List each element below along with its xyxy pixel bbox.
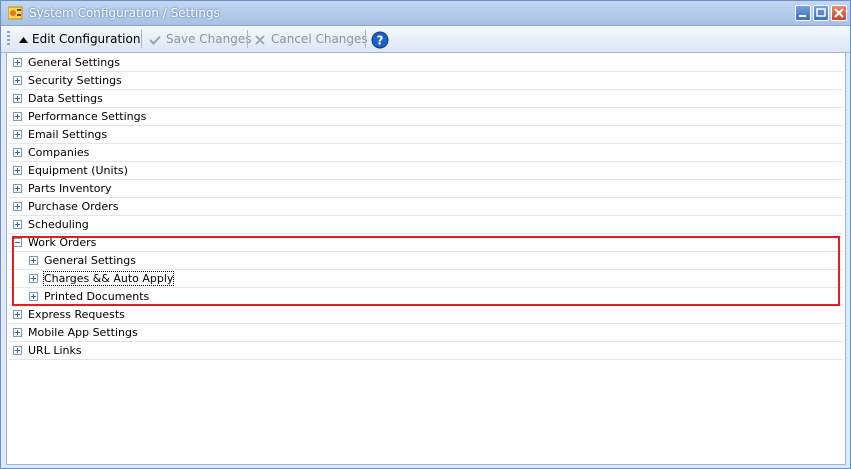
tree-item-label: Printed Documents xyxy=(44,290,150,303)
expand-plus-icon[interactable] xyxy=(13,76,22,85)
expand-plus-icon[interactable] xyxy=(29,256,38,265)
expand-plus-icon[interactable] xyxy=(13,94,22,103)
tree-subitem-printed-documents[interactable]: Printed Documents xyxy=(9,288,843,306)
tree-item-label: Scheduling xyxy=(28,218,89,231)
maximize-icon[interactable] xyxy=(813,5,829,21)
tree-subitem-work-orders-general-settings[interactable]: General Settings xyxy=(9,252,843,270)
tree-item-general-settings[interactable]: General Settings xyxy=(9,54,843,72)
toolbar-separator xyxy=(247,30,248,48)
tree-item-label: General Settings xyxy=(44,254,136,267)
expand-plus-icon[interactable] xyxy=(13,202,22,211)
expand-plus-icon[interactable] xyxy=(13,310,22,319)
tree-item-email-settings[interactable]: Email Settings xyxy=(9,126,843,144)
tree-item-express-requests[interactable]: Express Requests xyxy=(9,306,843,324)
toolbar-separator xyxy=(141,30,142,48)
toolbar-grip[interactable] xyxy=(7,31,10,47)
tree-item-companies[interactable]: Companies xyxy=(9,144,843,162)
x-icon xyxy=(255,34,265,45)
expand-plus-icon[interactable] xyxy=(13,346,22,355)
tree-item-label: Mobile App Settings xyxy=(28,326,138,339)
settings-window: System Configuration / Settings Edit Con… xyxy=(0,0,851,469)
toolbar-separator xyxy=(365,30,366,48)
window-title: System Configuration / Settings xyxy=(29,6,220,20)
expand-plus-icon[interactable] xyxy=(13,220,22,229)
tree-item-label: Charges && Auto Apply xyxy=(42,271,175,286)
edit-configuration-button[interactable]: Edit Configuration xyxy=(19,29,140,49)
help-icon: ? xyxy=(371,31,389,48)
tree-item-security-settings[interactable]: Security Settings xyxy=(9,72,843,90)
tree-item-equipment-units[interactable]: Equipment (Units) xyxy=(9,162,843,180)
tree-item-label: Express Requests xyxy=(28,308,125,321)
tree-item-scheduling[interactable]: Scheduling xyxy=(9,216,843,234)
expand-plus-icon[interactable] xyxy=(13,58,22,67)
expand-plus-icon[interactable] xyxy=(13,184,22,193)
cancel-changes-button[interactable]: Cancel Changes xyxy=(255,29,368,49)
tree-item-work-orders[interactable]: Work Orders xyxy=(9,234,843,252)
tree-subitem-charges-auto-apply[interactable]: Charges && Auto Apply xyxy=(9,270,843,288)
expand-plus-icon[interactable] xyxy=(13,130,22,139)
cancel-changes-label: Cancel Changes xyxy=(271,32,368,46)
tree-item-label: Data Settings xyxy=(28,92,103,105)
tree-item-label: Work Orders xyxy=(28,236,97,249)
svg-text:?: ? xyxy=(377,33,384,47)
tree-item-parts-inventory[interactable]: Parts Inventory xyxy=(9,180,843,198)
toolbar: Edit Configuration Save Changes Cancel C… xyxy=(1,26,850,53)
expand-plus-icon[interactable] xyxy=(13,328,22,337)
save-changes-button[interactable]: Save Changes xyxy=(149,29,251,49)
tree-item-label: Email Settings xyxy=(28,128,108,141)
tree-item-performance-settings[interactable]: Performance Settings xyxy=(9,108,843,126)
collapse-minus-icon[interactable] xyxy=(13,238,22,247)
window-controls xyxy=(793,5,847,21)
triangle-up-icon xyxy=(19,36,28,43)
expand-plus-icon[interactable] xyxy=(13,112,22,121)
settings-tree: General Settings Security Settings Data … xyxy=(6,52,846,465)
settings-app-icon xyxy=(8,6,23,20)
tree-item-label: URL Links xyxy=(28,344,82,357)
close-icon[interactable] xyxy=(831,5,847,21)
tree-item-label: General Settings xyxy=(28,56,120,69)
expand-plus-icon[interactable] xyxy=(13,166,22,175)
title-bar[interactable]: System Configuration / Settings xyxy=(1,1,850,26)
save-changes-label: Save Changes xyxy=(166,32,252,46)
expand-plus-icon[interactable] xyxy=(29,292,38,301)
tree-item-label: Performance Settings xyxy=(28,110,147,123)
tree-item-data-settings[interactable]: Data Settings xyxy=(9,90,843,108)
tree-item-url-links[interactable]: URL Links xyxy=(9,342,843,360)
edit-configuration-label: Edit Configuration xyxy=(32,32,141,46)
tree-item-label: Companies xyxy=(28,146,90,159)
checkmark-icon xyxy=(149,35,161,45)
expand-plus-icon[interactable] xyxy=(29,274,38,283)
tree-item-label: Equipment (Units) xyxy=(28,164,128,177)
tree-item-label: Purchase Orders xyxy=(28,200,119,213)
tree-item-label: Parts Inventory xyxy=(28,182,112,195)
tree-item-mobile-app-settings[interactable]: Mobile App Settings xyxy=(9,324,843,342)
minimize-icon[interactable] xyxy=(795,5,811,21)
expand-plus-icon[interactable] xyxy=(13,148,22,157)
tree-item-label: Security Settings xyxy=(28,74,122,87)
help-button[interactable]: ? xyxy=(371,29,389,49)
tree-item-purchase-orders[interactable]: Purchase Orders xyxy=(9,198,843,216)
